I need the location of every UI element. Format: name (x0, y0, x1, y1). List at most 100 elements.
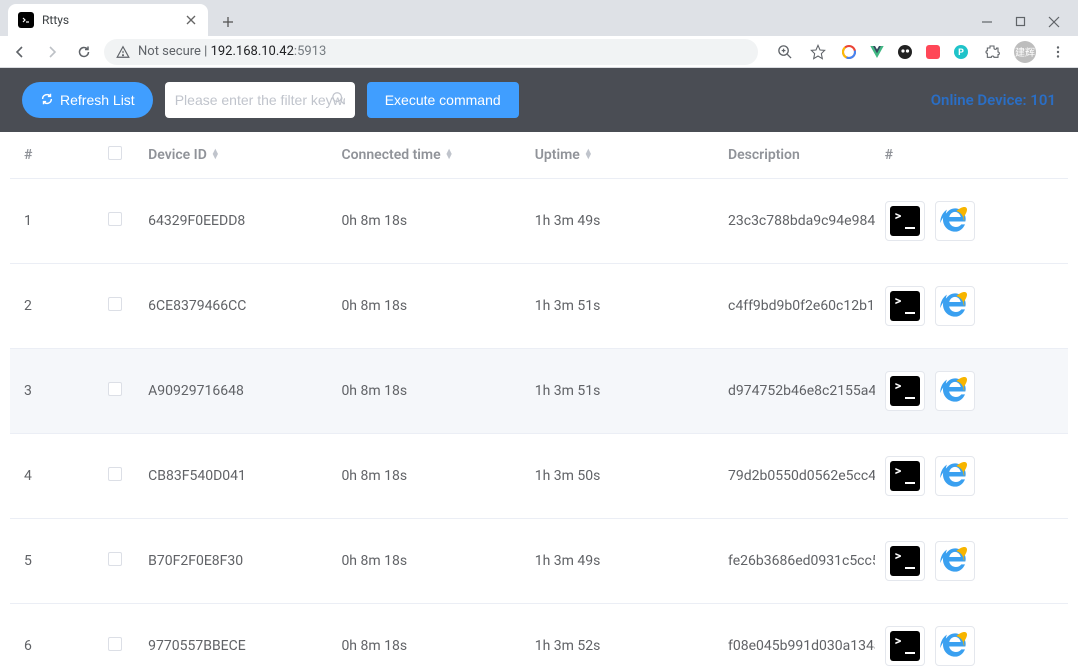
cell-connected-time: 0h 8m 18s (331, 604, 524, 666)
extension-icon[interactable] (868, 43, 886, 61)
terminal-button[interactable] (885, 201, 925, 241)
page-viewport[interactable]: Refresh List Execute command Online Devi… (0, 68, 1078, 666)
terminal-button[interactable] (885, 626, 925, 666)
window-close-button[interactable] (1048, 16, 1060, 32)
internet-explorer-icon (939, 373, 971, 409)
bookmark-icon[interactable] (806, 40, 830, 64)
filter-input-wrapper[interactable] (165, 82, 355, 118)
table-row[interactable]: 69770557BBECE0h 8m 18s1h 3m 52sf08e045b9… (10, 604, 1068, 666)
col-header-description: Description (718, 132, 875, 179)
sort-icon: ▲▼ (584, 150, 593, 160)
device-table-wrapper: # Device ID▲▼ Connected time▲▼ Uptime▲▼ … (10, 132, 1068, 666)
cell-description: 79d2b0550d0562e5cc46 (718, 434, 875, 519)
table-row[interactable]: 5B70F2F0E8F300h 8m 18s1h 3m 49sfe26b3686… (10, 519, 1068, 604)
forward-button[interactable] (40, 40, 64, 64)
cell-actions (875, 349, 1068, 434)
web-button[interactable] (935, 541, 975, 581)
web-button[interactable] (935, 626, 975, 666)
extension-icon[interactable] (840, 43, 858, 61)
cell-uptime: 1h 3m 52s (525, 604, 718, 666)
internet-explorer-icon (939, 458, 971, 494)
cell-description: fe26b3686ed0931c5cc5 (718, 519, 875, 604)
cell-device-id: 6CE8379466CC (138, 264, 331, 349)
refresh-list-button[interactable]: Refresh List (22, 82, 153, 118)
execute-command-button[interactable]: Execute command (367, 82, 519, 118)
url-text: Not secure | 192.168.10.42:5913 (138, 44, 326, 59)
reload-button[interactable] (72, 40, 96, 64)
cell-actions (875, 604, 1068, 666)
cell-checkbox[interactable] (91, 519, 138, 604)
internet-explorer-icon (939, 288, 971, 324)
terminal-icon (890, 206, 920, 236)
internet-explorer-icon (939, 628, 971, 664)
col-header-connected[interactable]: Connected time▲▼ (331, 132, 524, 179)
kebab-menu-icon[interactable] (1046, 40, 1070, 64)
cell-checkbox[interactable] (91, 434, 138, 519)
refresh-list-label: Refresh List (60, 92, 135, 108)
cell-connected-time: 0h 8m 18s (331, 264, 524, 349)
cell-uptime: 1h 3m 49s (525, 519, 718, 604)
table-row[interactable]: 164329F0EEDD80h 8m 18s1h 3m 49s23c3c788b… (10, 179, 1068, 264)
sort-icon: ▲▼ (211, 150, 220, 160)
col-header-index: # (10, 132, 91, 179)
cell-actions (875, 519, 1068, 604)
extension-icon[interactable] (924, 43, 942, 61)
device-table: # Device ID▲▼ Connected time▲▼ Uptime▲▼ … (10, 132, 1068, 666)
cell-checkbox[interactable] (91, 604, 138, 666)
favicon (18, 12, 34, 28)
svg-text:P: P (958, 48, 964, 58)
terminal-icon (890, 546, 920, 576)
refresh-icon (40, 92, 54, 109)
terminal-button[interactable] (885, 456, 925, 496)
filter-input[interactable] (175, 92, 345, 108)
extension-icon[interactable] (896, 43, 914, 61)
row-checkbox[interactable] (108, 382, 122, 396)
new-tab-button[interactable] (214, 8, 242, 36)
select-all-checkbox[interactable] (108, 146, 122, 160)
web-button[interactable] (935, 286, 975, 326)
cell-checkbox[interactable] (91, 349, 138, 434)
col-header-actions: # (875, 132, 1068, 179)
col-header-uptime[interactable]: Uptime▲▼ (525, 132, 718, 179)
row-checkbox[interactable] (108, 552, 122, 566)
web-button[interactable] (935, 201, 975, 241)
execute-command-label: Execute command (385, 92, 501, 108)
address-bar[interactable]: Not secure | 192.168.10.42:5913 (104, 39, 758, 65)
row-checkbox[interactable] (108, 637, 122, 651)
tab-title: Rttys (42, 13, 176, 27)
window-minimize-button[interactable] (981, 16, 993, 32)
browser-tab[interactable]: Rttys (8, 4, 208, 36)
cell-checkbox[interactable] (91, 179, 138, 264)
zoom-icon[interactable] (772, 40, 796, 64)
terminal-button[interactable] (885, 286, 925, 326)
cell-checkbox[interactable] (91, 264, 138, 349)
tab-close-button[interactable] (184, 13, 198, 27)
row-checkbox[interactable] (108, 212, 122, 226)
window-maximize-button[interactable] (1015, 16, 1026, 32)
back-button[interactable] (8, 40, 32, 64)
cell-device-id: A90929716648 (138, 349, 331, 434)
cell-device-id: 64329F0EEDD8 (138, 179, 331, 264)
browser-toolbar: Not secure | 192.168.10.42:5913 P 建辉 (0, 36, 1078, 68)
col-header-device-id[interactable]: Device ID▲▼ (138, 132, 331, 179)
cell-device-id: 9770557BBECE (138, 604, 331, 666)
row-checkbox[interactable] (108, 297, 122, 311)
table-row[interactable]: 26CE8379466CC0h 8m 18s1h 3m 51sc4ff9bd9b… (10, 264, 1068, 349)
cell-index: 6 (10, 604, 91, 666)
browser-tabstrip: Rttys (0, 0, 1078, 36)
cell-description: 23c3c788bda9c94e984f (718, 179, 875, 264)
col-header-checkbox[interactable] (91, 132, 138, 179)
extensions-menu-icon[interactable] (980, 40, 1004, 64)
web-button[interactable] (935, 456, 975, 496)
table-row[interactable]: 4CB83F540D0410h 8m 18s1h 3m 50s79d2b0550… (10, 434, 1068, 519)
terminal-button[interactable] (885, 371, 925, 411)
cell-index: 2 (10, 264, 91, 349)
terminal-button[interactable] (885, 541, 925, 581)
extension-icon[interactable]: P (952, 43, 970, 61)
cell-uptime: 1h 3m 51s (525, 349, 718, 434)
table-row[interactable]: 3A909297166480h 8m 18s1h 3m 51sd974752b4… (10, 349, 1068, 434)
web-button[interactable] (935, 371, 975, 411)
profile-avatar[interactable]: 建辉 (1014, 41, 1036, 63)
row-checkbox[interactable] (108, 467, 122, 481)
cell-actions (875, 179, 1068, 264)
